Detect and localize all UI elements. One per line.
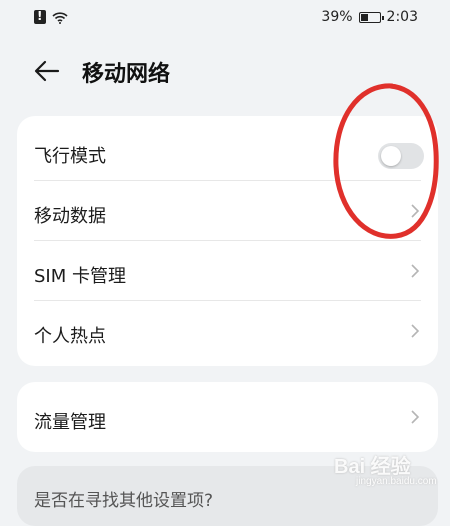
- personal-hotspot-row[interactable]: 个人热点: [17, 302, 438, 360]
- data-usage-management-row[interactable]: 流量管理: [17, 388, 438, 446]
- airplane-mode-toggle[interactable]: [378, 143, 424, 169]
- chevron-right-icon: [411, 264, 420, 278]
- settings-card-main: 飞行模式 移动数据 SIM 卡管理 个人热点: [17, 116, 438, 366]
- divider: [34, 180, 421, 181]
- page-header: 移动网络: [0, 50, 450, 94]
- chevron-right-icon: [411, 324, 420, 338]
- airplane-mode-label: 飞行模式: [34, 146, 106, 167]
- divider: [34, 240, 421, 241]
- sim-card-management-label: SIM 卡管理: [34, 266, 126, 287]
- divider: [34, 300, 421, 301]
- chevron-right-icon: [411, 410, 420, 424]
- mobile-data-row[interactable]: 移动数据: [17, 182, 438, 240]
- settings-card-traffic: 流量管理: [17, 382, 438, 452]
- status-right: 39% 2:03: [321, 9, 418, 25]
- arrow-left-icon[interactable]: [32, 56, 62, 86]
- page-title: 移动网络: [82, 62, 171, 87]
- wifi-icon: [52, 11, 68, 24]
- sim-alert-icon: [34, 9, 46, 24]
- personal-hotspot-label: 个人热点: [34, 326, 106, 347]
- toggle-knob: [381, 146, 401, 166]
- status-left: [34, 9, 68, 24]
- data-usage-management-label: 流量管理: [34, 412, 106, 433]
- sim-card-management-row[interactable]: SIM 卡管理: [17, 242, 438, 300]
- airplane-mode-row[interactable]: 飞行模式: [17, 122, 438, 180]
- clock: 2:03: [386, 9, 418, 25]
- status-bar: 39% 2:03: [0, 0, 450, 36]
- mobile-data-label: 移动数据: [34, 206, 106, 227]
- battery-icon: [358, 11, 384, 23]
- battery-percent: 39%: [321, 9, 353, 25]
- chevron-right-icon: [411, 204, 420, 218]
- suggestion-label: 是否在寻找其他设置项?: [34, 491, 214, 511]
- suggestion-card[interactable]: 是否在寻找其他设置项?: [17, 466, 438, 526]
